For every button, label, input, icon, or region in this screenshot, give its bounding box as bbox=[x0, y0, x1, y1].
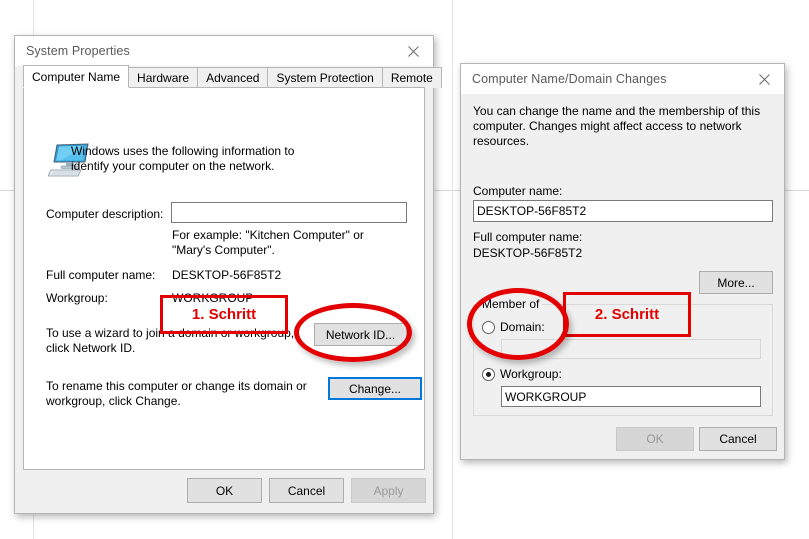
intro-text: Windows uses the following information t… bbox=[71, 144, 295, 173]
computer-description-example: For example: "Kitchen Computer" or "Mary… bbox=[172, 228, 364, 257]
annotation-step1-label: 1. Schritt bbox=[191, 306, 257, 323]
tab-computer-name[interactable]: Computer Name bbox=[23, 65, 130, 88]
annotation-step1-box: 1. Schritt bbox=[160, 295, 288, 334]
close-icon[interactable] bbox=[393, 37, 433, 66]
annotation-step2-label: 2. Schritt bbox=[594, 306, 660, 323]
change-help-text: To rename this computer or change its do… bbox=[46, 379, 307, 408]
tab-system-protection-label: System Protection bbox=[276, 71, 374, 85]
close-icon[interactable] bbox=[744, 65, 784, 94]
domain-changes-full-computer-name-value: DESKTOP-56F85T2 bbox=[473, 246, 583, 260]
domain-changes-titlebar: Computer Name/Domain Changes bbox=[461, 64, 784, 94]
domain-changes-ok-button: OK bbox=[616, 427, 694, 451]
tab-computer-name-label: Computer Name bbox=[32, 69, 121, 84]
computer-description-input[interactable] bbox=[171, 202, 407, 223]
tab-remote[interactable]: Remote bbox=[381, 67, 442, 88]
workgroup-input[interactable]: WORKGROUP bbox=[501, 386, 761, 407]
tab-system-protection[interactable]: System Protection bbox=[267, 67, 383, 88]
system-properties-dialog: System Properties Computer Name Hardware… bbox=[14, 35, 442, 514]
tab-hardware-label: Hardware bbox=[137, 71, 190, 85]
change-button[interactable]: Change... bbox=[328, 377, 422, 400]
domain-changes-cancel-button[interactable]: Cancel bbox=[699, 427, 777, 451]
domain-changes-title: Computer Name/Domain Changes bbox=[472, 72, 667, 86]
tab-remote-label: Remote bbox=[390, 71, 433, 85]
tab-advanced-label: Advanced bbox=[206, 71, 260, 85]
system-properties-title: System Properties bbox=[26, 44, 130, 58]
system-properties-titlebar: System Properties bbox=[15, 36, 433, 66]
computer-description-label: Computer description: bbox=[46, 207, 164, 221]
background-guide-line-left bbox=[0, 190, 14, 191]
annotation-step2-box: 2. Schritt bbox=[563, 292, 691, 337]
annotation-member-of-ellipse bbox=[467, 288, 569, 360]
computer-name-domain-changes-dialog: Computer Name/Domain Changes You can cha… bbox=[460, 63, 785, 460]
workgroup-label: Workgroup: bbox=[46, 291, 108, 305]
computer-name-label: Computer name: bbox=[473, 184, 563, 198]
computer-name-tab-page: Windows uses the following information t… bbox=[23, 87, 425, 470]
workgroup-radio-indicator bbox=[482, 367, 495, 381]
full-computer-name-label: Full computer name: bbox=[46, 268, 156, 282]
system-properties-ok-button[interactable]: OK bbox=[187, 478, 262, 503]
full-computer-name-value: DESKTOP-56F85T2 bbox=[172, 268, 282, 282]
tab-hardware[interactable]: Hardware bbox=[128, 67, 199, 88]
domain-changes-body-text: You can change the name and the membersh… bbox=[473, 104, 761, 148]
workgroup-radio-label: Workgroup: bbox=[500, 367, 562, 381]
workgroup-radio[interactable]: Workgroup: bbox=[482, 367, 562, 381]
domain-changes-full-computer-name-label: Full computer name: bbox=[473, 230, 583, 244]
more-button[interactable]: More... bbox=[699, 271, 773, 294]
system-properties-tabstrip: Computer Name Hardware Advanced System P… bbox=[23, 65, 442, 88]
system-properties-cancel-button[interactable]: Cancel bbox=[269, 478, 344, 503]
background-guide-vline-right bbox=[452, 0, 453, 539]
tab-advanced[interactable]: Advanced bbox=[197, 67, 269, 88]
annotation-change-button-ellipse bbox=[294, 303, 412, 362]
computer-name-input[interactable]: DESKTOP-56F85T2 bbox=[473, 200, 773, 222]
system-properties-apply-button: Apply bbox=[351, 478, 426, 503]
